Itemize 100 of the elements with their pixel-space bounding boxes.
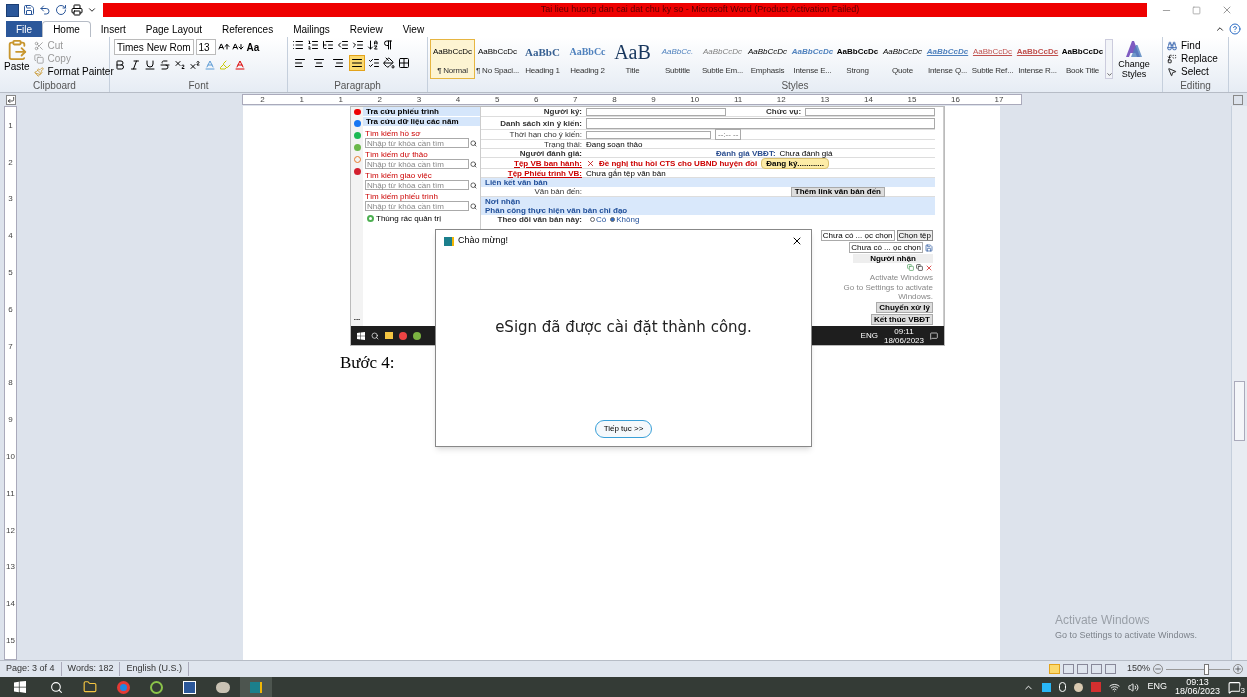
format-painter-button[interactable]: Format Painter	[33, 65, 114, 78]
choose-file-button[interactable]: Chọn tệp	[896, 230, 933, 241]
zoom-in-icon[interactable]	[1233, 664, 1243, 674]
sort-icon[interactable]	[367, 39, 379, 51]
continue-button[interactable]: Tiếp tục >>	[594, 420, 653, 438]
view-button[interactable]	[1062, 664, 1074, 674]
grow-font-icon[interactable]	[217, 41, 230, 53]
delete-icon[interactable]	[586, 158, 595, 168]
signing-button[interactable]: Đang ký............	[761, 157, 829, 169]
ribbon-tab[interactable]: View	[392, 21, 435, 37]
search-field[interactable]: Nhập từ khóa cần tìm	[365, 201, 469, 211]
style-option[interactable]: AaBbCcDc Book Title	[1060, 39, 1105, 79]
nav-item[interactable]: Tra cứu dữ liệu các năm	[363, 117, 480, 127]
undo-icon[interactable]	[39, 4, 51, 16]
ribbon-tab[interactable]: Page Layout	[135, 21, 212, 37]
align-button[interactable]	[349, 55, 365, 71]
trash-link[interactable]: Thùng rác quản trị	[376, 214, 441, 223]
tab-stop-icon[interactable]	[6, 94, 16, 105]
file-tab[interactable]: File	[6, 21, 43, 37]
windows-logo-icon[interactable]	[357, 331, 365, 340]
increase-indent-icon[interactable]	[352, 39, 364, 51]
print-preview-icon[interactable]	[71, 4, 83, 16]
font-size-field[interactable]: 13	[195, 39, 216, 55]
app-tray-icon[interactable]	[1042, 682, 1052, 692]
view-button[interactable]	[1076, 664, 1088, 674]
style-option[interactable]: AaBbCcDc ¶ No Spaci...	[475, 39, 520, 79]
file-link[interactable]: Đề nghị thu hồi CTS cho UBND huyện đồi	[599, 158, 758, 168]
find-button[interactable]: Find	[1167, 39, 1218, 52]
search-icon[interactable]	[470, 202, 477, 210]
style-option[interactable]: AaBbC Heading 1	[520, 39, 565, 79]
zoom-thumb[interactable]	[1203, 663, 1209, 675]
delete-icon[interactable]	[925, 264, 933, 272]
search-icon[interactable]	[50, 680, 63, 694]
superscript-icon[interactable]	[189, 59, 201, 71]
notifications-icon[interactable]	[1228, 680, 1241, 694]
ribbon-tab[interactable]: Mailings	[283, 21, 340, 37]
shrink-font-icon[interactable]	[231, 41, 244, 53]
font-color-icon[interactable]	[234, 59, 246, 71]
scrollbar-thumb[interactable]	[1234, 381, 1245, 441]
document-icon[interactable]	[916, 264, 923, 271]
search-field[interactable]: Nhập từ khóa cần tìm	[365, 180, 469, 190]
app-icon[interactable]	[150, 680, 163, 694]
ribbon-tab[interactable]: Home	[42, 21, 91, 37]
bullets-icon[interactable]	[292, 39, 304, 51]
windows-logo-icon[interactable]	[14, 681, 26, 693]
view-button[interactable]	[1090, 664, 1102, 674]
pilcrow-icon[interactable]	[382, 39, 394, 51]
search-icon[interactable]	[470, 160, 477, 168]
collapse-ribbon-icon[interactable]	[1215, 24, 1225, 34]
style-option[interactable]: AaBbCc. Subtitle	[655, 39, 700, 79]
action-button[interactable]: Chuyển xử lý	[876, 302, 933, 313]
ribbon-tab[interactable]: Review	[339, 21, 393, 37]
save-icon[interactable]	[925, 243, 933, 252]
underline-icon[interactable]	[144, 59, 156, 71]
zoom-slider[interactable]	[1166, 663, 1230, 675]
language-indicator[interactable]: ENG	[1147, 680, 1167, 694]
style-option[interactable]: AaBbCcDc Intense R...	[1015, 39, 1060, 79]
style-option[interactable]: AaB Title	[610, 39, 655, 79]
radio-option[interactable]: Không	[610, 215, 640, 224]
volume-icon[interactable]	[1128, 681, 1140, 693]
search-field[interactable]: Nhập từ khóa cần tìm	[365, 159, 469, 169]
subscript-icon[interactable]	[174, 59, 186, 71]
help-icon[interactable]	[1229, 23, 1241, 35]
strikethrough-icon[interactable]	[159, 59, 171, 71]
italic-icon[interactable]	[129, 59, 141, 71]
style-option[interactable]: AaBbCcDc Intense E...	[790, 39, 835, 79]
paste-button[interactable]: Paste	[4, 39, 30, 80]
style-option[interactable]: AaBbCcDc Emphasis	[745, 39, 790, 79]
style-option[interactable]: AaBbCcDc Intense Q...	[925, 39, 970, 79]
font-name-field[interactable]: Times New Rom	[114, 39, 194, 55]
change-styles-button[interactable]: Change Styles	[1117, 39, 1151, 79]
action-button[interactable]: Kết thúc VBĐT	[871, 314, 933, 325]
folder-icon[interactable]	[83, 680, 97, 694]
multilevel-list-icon[interactable]	[322, 39, 334, 51]
save-icon[interactable]	[23, 4, 35, 16]
style-option[interactable]: AaBbCc Heading 2	[565, 39, 610, 79]
customize-toolbar-icon[interactable]	[87, 5, 97, 15]
select-button[interactable]: Select	[1167, 65, 1218, 78]
notifications-icon[interactable]	[930, 331, 938, 340]
close-icon[interactable]	[791, 235, 803, 247]
ribbon-tab[interactable]: Insert	[90, 21, 136, 37]
view-button[interactable]	[1104, 664, 1116, 674]
search-icon[interactable]	[470, 181, 477, 189]
style-option[interactable]: AaBbCcDc Subtle Ref...	[970, 39, 1015, 79]
browser-icon[interactable]	[117, 680, 130, 694]
decrease-indent-icon[interactable]	[337, 39, 349, 51]
search-icon[interactable]	[470, 139, 477, 147]
redo-icon[interactable]	[55, 4, 67, 16]
borders-icon[interactable]	[398, 57, 410, 69]
network-icon[interactable]	[1109, 681, 1121, 693]
search-field[interactable]: Nhập từ khóa cần tìm	[365, 138, 469, 148]
line-spacing-icon[interactable]	[368, 57, 380, 69]
tray-icon[interactable]	[1074, 682, 1084, 692]
style-option[interactable]: AaBbCcDc ¶ Normal	[430, 39, 475, 79]
ribbon-tab[interactable]: References	[212, 21, 284, 37]
numbering-icon[interactable]	[307, 39, 319, 51]
style-option[interactable]: AaBbCcDc Strong	[835, 39, 880, 79]
style-option[interactable]: AaBbCcDc Subtle Em...	[700, 39, 745, 79]
ruler-toggle-icon[interactable]	[1233, 94, 1243, 105]
radio-option[interactable]: Có	[590, 215, 607, 224]
